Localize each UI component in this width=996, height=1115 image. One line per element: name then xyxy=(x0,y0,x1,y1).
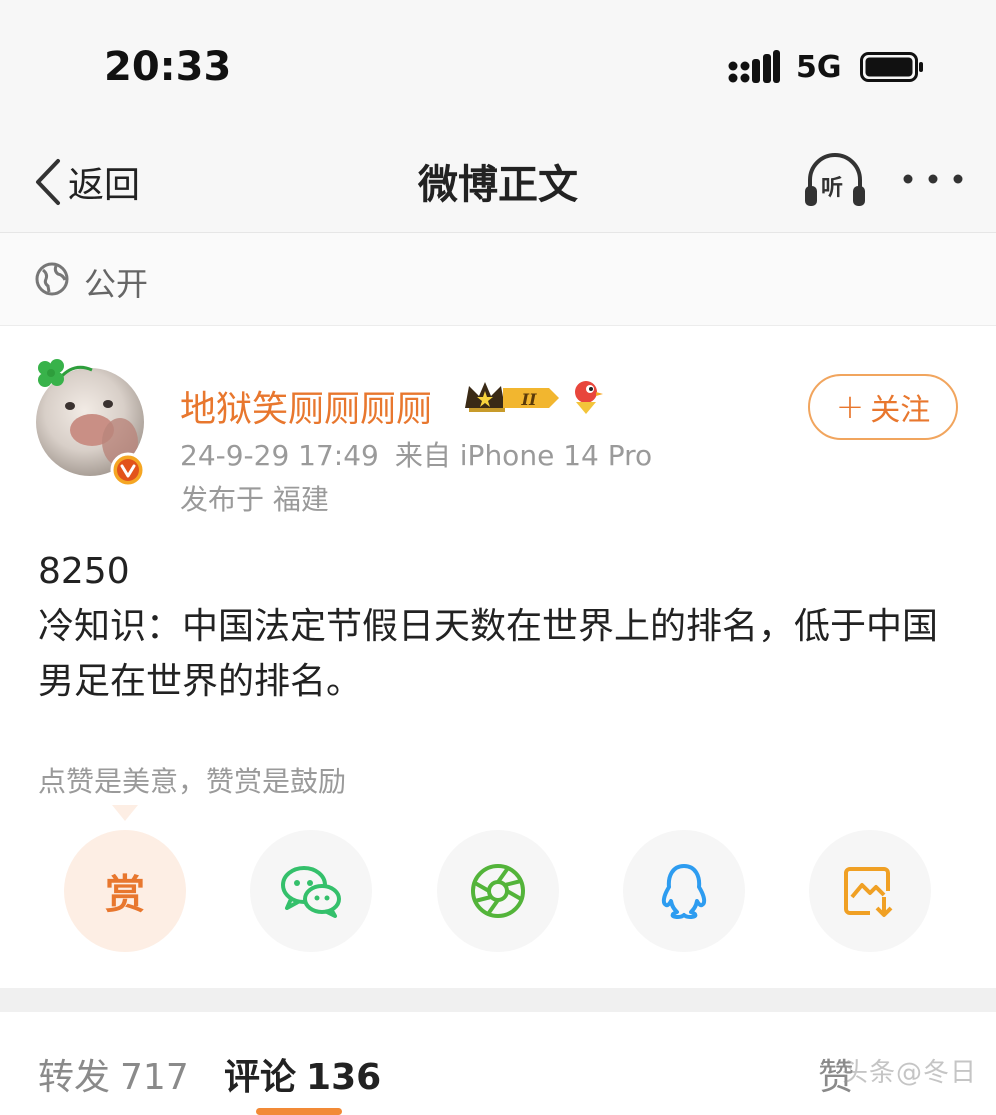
active-tab-indicator xyxy=(256,1108,342,1115)
share-qq-button[interactable] xyxy=(623,830,745,952)
visibility-label: 公开 xyxy=(84,265,149,303)
repost-label: 转发 xyxy=(38,1057,111,1098)
battery-icon xyxy=(860,52,923,82)
post-timestamp: 24-9-29 17:49 xyxy=(180,439,379,472)
bird-icon xyxy=(575,381,603,414)
reward-button[interactable]: 赏 xyxy=(64,830,186,952)
crown-badge-icon: II xyxy=(465,382,559,412)
save-image-icon xyxy=(844,867,893,917)
back-label: 返回 xyxy=(68,165,141,206)
network-type: 5G xyxy=(796,50,842,85)
signal-icon xyxy=(728,50,780,83)
tab-comment[interactable]: 评论 136 xyxy=(224,1048,381,1100)
badge-level: II xyxy=(521,390,537,409)
post-meta: 24-9-29 17:49 来自 iPhone 14 Pro xyxy=(180,434,652,474)
wechat-icon xyxy=(281,866,341,918)
username[interactable]: 地狱笑厕厕厕厕 xyxy=(180,380,432,432)
status-time: 20:33 xyxy=(104,44,232,90)
visibility-row: 公开 xyxy=(0,233,996,326)
repost-count: 717 xyxy=(120,1057,189,1098)
follow-button[interactable]: + 关注 xyxy=(808,374,958,440)
avatar[interactable] xyxy=(34,344,154,488)
plus-icon: + xyxy=(835,387,865,427)
share-row: 赏 xyxy=(0,830,996,960)
qq-icon xyxy=(661,864,707,919)
post-source: 来自 iPhone 14 Pro xyxy=(394,439,653,472)
comment-count: 136 xyxy=(306,1057,382,1098)
listen-label: 听 xyxy=(821,176,844,201)
post-location: 发布于 福建 xyxy=(180,483,329,516)
tab-repost[interactable]: 转发 717 xyxy=(38,1048,189,1100)
save-image-button[interactable] xyxy=(809,830,931,952)
verified-badge-icon xyxy=(110,452,146,488)
globe-icon xyxy=(35,262,69,296)
reward-hint: 点赞是美意，赞赏是鼓励 xyxy=(38,765,347,798)
share-wechat-button[interactable] xyxy=(250,830,372,952)
reward-icon: 赏 xyxy=(105,872,145,918)
post-body: 8250 冷知识：中国法定节假日天数在世界上的排名，低于中国男足在世界的排名。 xyxy=(38,544,958,709)
share-moments-button[interactable] xyxy=(437,830,559,952)
section-divider xyxy=(0,988,996,1012)
comment-label: 评论 xyxy=(224,1057,297,1098)
pointer-icon xyxy=(112,805,138,821)
nav-bar: 返回 微博正文 听 xyxy=(0,130,996,233)
chevron-left-icon xyxy=(36,159,60,205)
back-button[interactable]: 返回 xyxy=(30,152,140,212)
more-icon[interactable] xyxy=(900,156,966,202)
clover-icon xyxy=(38,359,93,387)
moments-icon xyxy=(471,864,525,918)
post-text: 冷知识：中国法定节假日天数在世界上的排名，低于中国男足在世界的排名。 xyxy=(38,606,939,702)
author-header: 地狱笑厕厕厕厕 II 24-9-29 17:49 来自 iPhone 14 Pro… xyxy=(0,326,996,526)
post-number: 8250 xyxy=(38,551,130,592)
follow-label: 关注 xyxy=(870,393,931,428)
listen-button[interactable]: 听 xyxy=(800,148,870,214)
watermark: 头条@冬日 xyxy=(842,1058,978,1088)
status-bar: 20:33 5G xyxy=(0,0,996,130)
